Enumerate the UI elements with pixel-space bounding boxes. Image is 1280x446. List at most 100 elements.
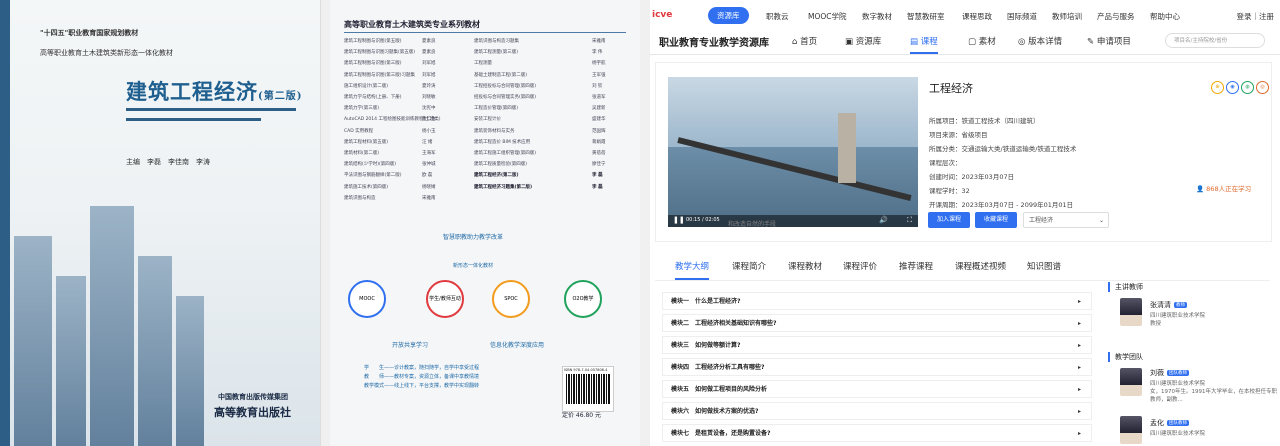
tab-textbook[interactable]: 课程教材 xyxy=(788,260,822,272)
meta-hours: 课程学时：32 xyxy=(929,187,970,195)
join-course-button[interactable]: 加入课程 xyxy=(928,212,970,228)
tab-material[interactable]: ▢ 素材 xyxy=(968,35,996,47)
meta-level: 课程层次： xyxy=(929,159,962,167)
weibo-icon[interactable]: ◎ xyxy=(1256,81,1269,94)
back-cover-image: 高等职业教育土木建筑类专业系列教材 建筑工程制图与识图(第五版) 夏素良 建筑识图与… xyxy=(330,0,640,446)
book-list-cell: 宋雅南 xyxy=(592,39,606,44)
module-circle: O2O教学 xyxy=(564,280,602,318)
tab-library[interactable]: ▣ 资源库 xyxy=(845,35,881,47)
module-row[interactable]: 模块七 是租赁设备，还是购置设备? ▸ xyxy=(662,424,1092,442)
nav-item-ideology[interactable]: 课程思政 xyxy=(962,11,992,22)
book-list-cell: 建筑识图与构造习题集 xyxy=(474,39,519,44)
teacher-name-text: 张清清 xyxy=(1150,301,1171,309)
book-list-cell: 李 磊 xyxy=(592,184,603,190)
price: 定价 46.80 元 xyxy=(562,412,601,419)
tab-version[interactable]: ◎ 版本详情 xyxy=(1018,35,1062,47)
login-link[interactable]: 登录｜注册 xyxy=(1237,11,1275,22)
book-list-cell: 建筑力学与结构(上册、下册) xyxy=(344,95,402,100)
chevron-down-icon: ⌄ xyxy=(1098,217,1104,224)
search-input[interactable]: 项目名/主持院校/省份 xyxy=(1165,33,1265,48)
book-list-cell: 刘军旭 xyxy=(422,72,436,78)
tab-home[interactable]: ⌂ 首页 xyxy=(792,35,817,47)
brand-title: 职业教育专业教学资源库 xyxy=(659,38,769,49)
volume-icon[interactable]: 🔊 xyxy=(879,216,888,224)
nav-item-international[interactable]: 国际频道 xyxy=(1007,11,1037,22)
pause-icon[interactable]: ❚❚ xyxy=(673,216,685,224)
nav-item-mooc[interactable]: MOOC学院 xyxy=(808,11,847,22)
tab-label: 素材 xyxy=(978,37,996,47)
chevron-right-icon: ▸ xyxy=(1077,408,1081,415)
publisher-seal: 高等教育出版社 xyxy=(214,406,291,419)
teacher-org: 四川建筑职业技术学院 xyxy=(1150,431,1206,437)
tab-evaluation[interactable]: 课程评价 xyxy=(843,260,877,272)
building-graphic xyxy=(176,296,204,446)
teacher-badge: 教师 xyxy=(1174,302,1187,308)
module-row[interactable]: 模块三 如何做等额计算? ▸ xyxy=(662,336,1092,354)
share-icon[interactable]: ⊕ xyxy=(1211,81,1224,94)
book-list-cell: 建筑识图与构造 xyxy=(344,195,376,201)
nav-item-help[interactable]: 帮助中心 xyxy=(1150,11,1180,22)
tab-course[interactable]: ▤ 课程 xyxy=(910,35,938,54)
book-list-cell: 宋雅南 xyxy=(422,195,436,201)
series-title: 高等职业教育土木建筑类专业系列教材 xyxy=(344,20,480,29)
qq-icon[interactable]: ◉ xyxy=(1226,81,1239,94)
tab-label: 申请项目 xyxy=(1096,37,1131,47)
avatar[interactable] xyxy=(1120,298,1142,326)
tab-apply[interactable]: ✎ 申请项目 xyxy=(1087,35,1131,47)
nav-item-office[interactable]: 智慧教研室 xyxy=(907,11,945,22)
module-row[interactable]: 模块二 工程经济相关基础知识有哪些? ▸ xyxy=(662,314,1092,332)
avatar[interactable] xyxy=(1120,416,1142,444)
tab-knowledge-graph[interactable]: 知识图谱 xyxy=(1027,260,1061,272)
module-row[interactable]: 模块五 如何做工程项目的风险分析 ▸ xyxy=(662,380,1092,398)
main-teacher-label: 主讲教师 xyxy=(1108,282,1143,292)
teacher-badge: 团队教师 xyxy=(1167,370,1189,376)
icve-logo[interactable]: icve xyxy=(652,10,672,20)
book-list-cell: 黄蓓蓓 xyxy=(592,151,606,156)
book-list-cell: 曹仁金 xyxy=(422,117,436,123)
tab-overview-video[interactable]: 课程概述视频 xyxy=(955,260,1006,272)
course-title: 工程经济 xyxy=(929,82,973,95)
book-list-cell: 建筑材料(第二版) xyxy=(344,151,380,156)
course-select[interactable]: 工程经济 ⌄ xyxy=(1023,212,1109,228)
book-list-cell: 施工组织设计(第二版) xyxy=(344,83,389,89)
cover-notes: 学 生——诊计教案，随扫随学，自学中享受过程 教 师——教材专案，资源立体，备课… xyxy=(364,364,479,391)
teacher-title: 女，1970年生。1991年大学毕业，在本校担任专职教师，副教... xyxy=(1150,389,1277,403)
book-list-cell: 范国辉 xyxy=(592,128,606,134)
series-rule xyxy=(344,32,626,33)
module-title: 模块四 工程经济分析工具有哪些? xyxy=(671,364,765,371)
book-list-cell: 建筑工程质量检验(第四版) xyxy=(474,162,528,168)
nav-item-resource[interactable]: 资源库 xyxy=(708,7,749,24)
tab-syllabus[interactable]: 教学大纲 xyxy=(675,260,710,280)
circle-title: 智慧职教助力教学改革 xyxy=(443,234,504,241)
nav-item-textbook[interactable]: 数字教材 xyxy=(862,11,892,22)
tab-recommend[interactable]: 推荐课程 xyxy=(899,260,933,272)
teacher-name[interactable]: 刘薇 团队教师 xyxy=(1150,368,1189,378)
book-list-cell: 杨小玉 xyxy=(422,128,436,134)
book-list-cell: 招投标与合同管理实务(第四版) xyxy=(474,95,537,100)
book-list-cell: 李 伟 xyxy=(592,50,603,56)
nav-item-training[interactable]: 教师培训 xyxy=(1052,11,1082,22)
chevron-right-icon: ▸ xyxy=(1077,386,1081,393)
module-row[interactable]: 模块六 如何做技术方案的优选? ▸ xyxy=(662,402,1092,420)
teacher-name-text: 刘薇 xyxy=(1150,369,1164,377)
collect-course-button[interactable]: 收藏课程 xyxy=(975,212,1017,228)
building-graphic xyxy=(90,206,134,446)
book-list-cell: 蒋娟霞 xyxy=(592,139,606,145)
course-webpage: icve 资源库 职教云 MOOC学院 数字教材 智慧教研室 课程思政 国际频道… xyxy=(650,0,1280,446)
module-row[interactable]: 模块一 什么是工程经济? ▸ xyxy=(662,292,1092,310)
book-list-cell: 王军强 xyxy=(592,72,606,78)
teacher-name[interactable]: 张清清 教师 xyxy=(1150,300,1187,310)
book-list-cell: 安装工程计价 xyxy=(474,117,501,123)
tab-intro[interactable]: 课程简介 xyxy=(732,260,766,272)
wechat-icon[interactable]: ◍ xyxy=(1241,81,1254,94)
teacher-info: 四川建筑职业技术学院 教授 xyxy=(1150,312,1280,328)
module-row[interactable]: 模块四 工程经济分析工具有哪些? ▸ xyxy=(662,358,1092,376)
meta-project: 所属项目：铁道工程技术（四川建筑） xyxy=(929,117,1040,125)
avatar[interactable] xyxy=(1120,368,1142,396)
teacher-name[interactable]: 孟化 团队教师 xyxy=(1150,418,1189,428)
nav-item-zjy[interactable]: 职教云 xyxy=(766,11,789,22)
nav-item-products[interactable]: 产品与服务 xyxy=(1097,11,1135,22)
module-title: 模块五 如何做工程项目的风险分析 xyxy=(671,386,768,393)
video-player[interactable]: 和改造自然的手段 ❚❚ 00:15 / 02:05 🔊 ⛶ xyxy=(668,77,918,227)
fullscreen-icon[interactable]: ⛶ xyxy=(907,216,912,225)
